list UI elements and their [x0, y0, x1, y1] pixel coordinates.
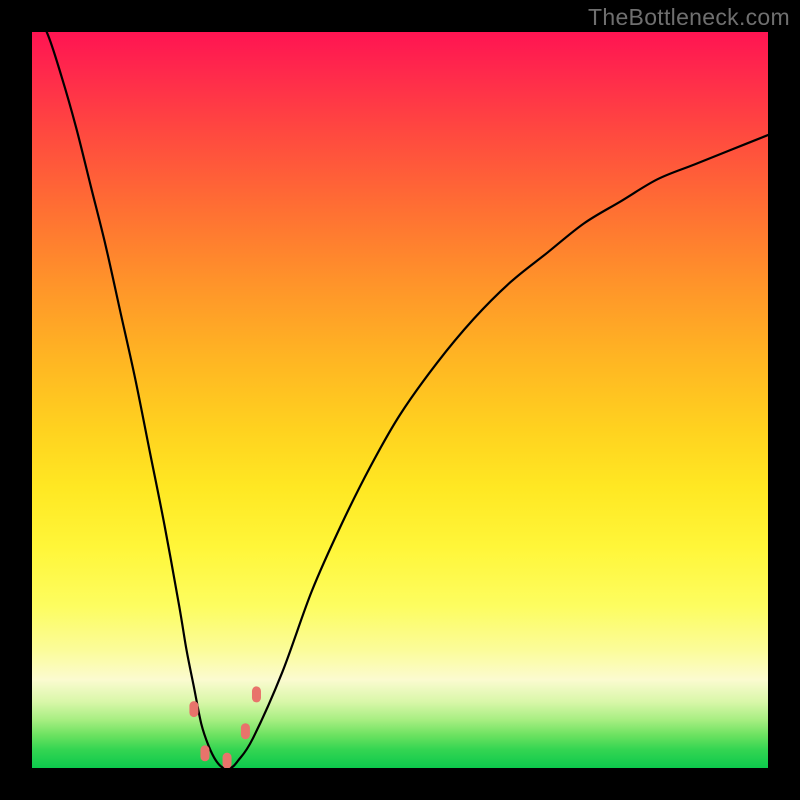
chart-frame: TheBottleneck.com [0, 0, 800, 800]
bottleneck-curve [32, 32, 768, 768]
plot-area [32, 32, 768, 768]
curve-marker [252, 686, 261, 702]
curve-marker [223, 753, 232, 768]
attribution-text: TheBottleneck.com [588, 4, 790, 31]
curve-marker [241, 723, 250, 739]
curve-marker [189, 701, 198, 717]
curve-marker [200, 745, 209, 761]
